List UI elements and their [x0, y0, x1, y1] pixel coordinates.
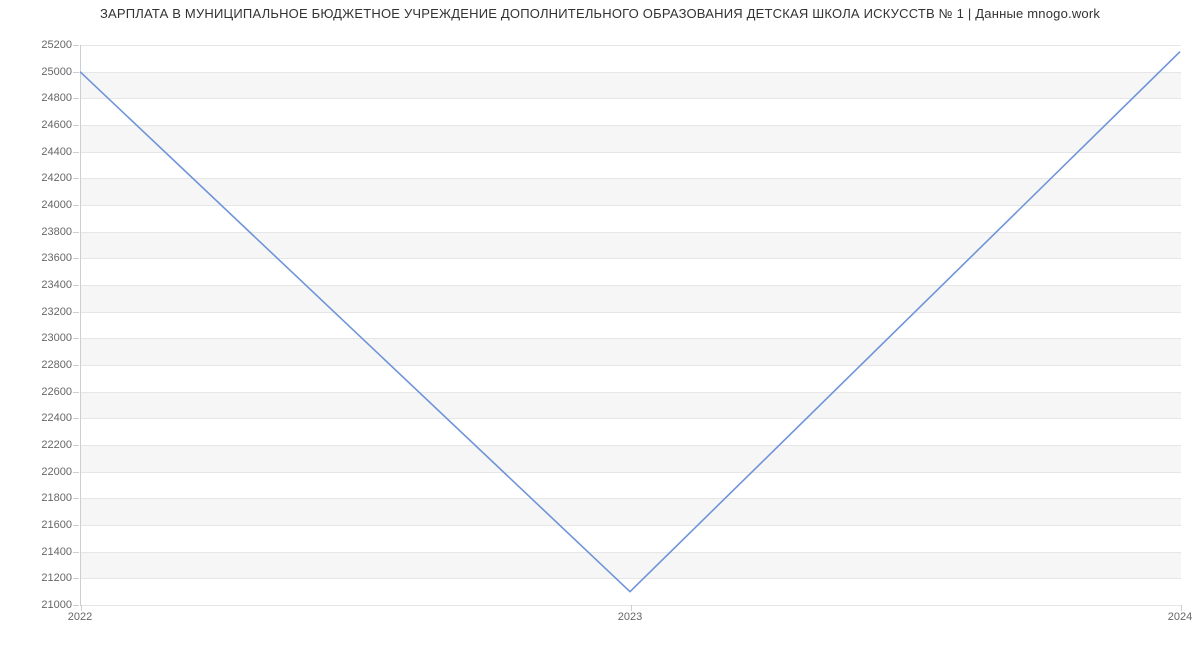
y-tick-label: 21200 [41, 572, 72, 584]
y-tick [73, 392, 79, 393]
y-tick [73, 152, 79, 153]
y-tick [73, 578, 79, 579]
y-tick [73, 418, 79, 419]
y-tick [73, 285, 79, 286]
y-tick [73, 605, 79, 606]
y-tick [73, 365, 79, 366]
y-tick-label: 24800 [41, 92, 72, 104]
y-tick-label: 24200 [41, 172, 72, 184]
x-tick-label: 2024 [1168, 611, 1192, 623]
y-tick [73, 552, 79, 553]
y-tick-label: 22400 [41, 412, 72, 424]
y-tick-label: 22000 [41, 466, 72, 478]
y-tick-label: 23400 [41, 279, 72, 291]
y-tick [73, 258, 79, 259]
x-tick-label: 2023 [618, 611, 642, 623]
y-tick-label: 22600 [41, 386, 72, 398]
y-tick-label: 25000 [41, 66, 72, 78]
plot-area-wrapper: 2100021200214002160021800220002220022400… [80, 45, 1180, 605]
chart-title: ЗАРПЛАТА В МУНИЦИПАЛЬНОЕ БЮДЖЕТНОЕ УЧРЕЖ… [0, 6, 1200, 21]
y-tick-label: 21400 [41, 546, 72, 558]
y-tick [73, 312, 79, 313]
y-tick [73, 232, 79, 233]
series-line [80, 52, 1180, 592]
y-tick-label: 23200 [41, 306, 72, 318]
y-tick [73, 525, 79, 526]
chart-container: ЗАРПЛАТА В МУНИЦИПАЛЬНОЕ БЮДЖЕТНОЕ УЧРЕЖ… [0, 0, 1200, 650]
y-tick-label: 24400 [41, 146, 72, 158]
y-tick [73, 72, 79, 73]
y-tick [73, 498, 79, 499]
y-tick-label: 21800 [41, 492, 72, 504]
y-tick [73, 338, 79, 339]
y-tick-label: 21600 [41, 519, 72, 531]
line-layer [80, 45, 1180, 605]
y-tick [73, 98, 79, 99]
y-tick-label: 24000 [41, 199, 72, 211]
y-tick-label: 22200 [41, 439, 72, 451]
y-tick-label: 24600 [41, 119, 72, 131]
y-tick [73, 178, 79, 179]
y-tick-label: 21000 [41, 599, 72, 611]
y-tick-label: 23800 [41, 226, 72, 238]
y-tick [73, 45, 79, 46]
y-tick [73, 445, 79, 446]
x-tick-label: 2022 [68, 611, 92, 623]
y-tick [73, 205, 79, 206]
y-tick [73, 472, 79, 473]
y-tick-label: 23600 [41, 252, 72, 264]
y-tick-label: 25200 [41, 39, 72, 51]
y-tick [73, 125, 79, 126]
y-tick-label: 23000 [41, 332, 72, 344]
y-tick-label: 22800 [41, 359, 72, 371]
